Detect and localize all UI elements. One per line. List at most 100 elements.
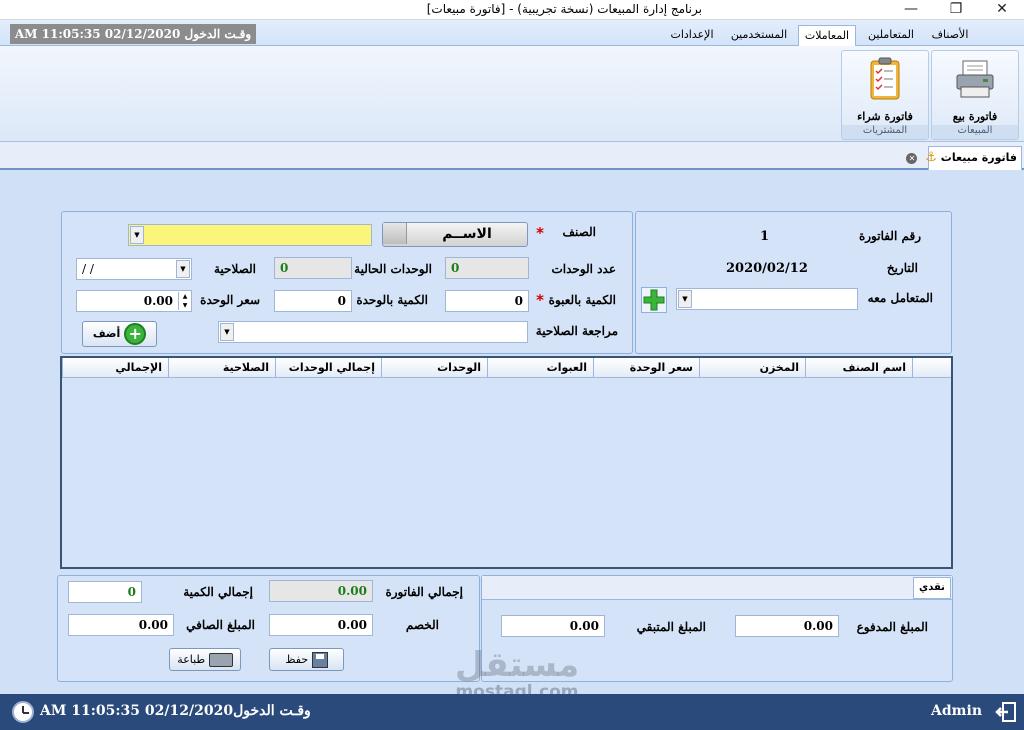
tab-cash[interactable]: نقدي <box>913 577 951 599</box>
doc-tab-label: فاتورة مبيعات <box>940 151 1017 164</box>
required-star-qty: * <box>536 291 544 309</box>
save-button[interactable]: حفظ <box>269 648 344 671</box>
clipboard-icon <box>870 57 900 100</box>
validity-label: الصلاحية <box>213 262 256 276</box>
grid-header: اسم الصنف المخزن سعر الوحدة العبوات الوح… <box>62 358 951 378</box>
add-client-button[interactable] <box>641 287 667 313</box>
tab-items[interactable]: الأصناف <box>924 25 976 46</box>
paid-amount-label: المبلغ المدفوع <box>856 620 928 634</box>
document-tab-bar: فاتورة مبيعات ⚓ ✕ <box>0 142 1024 170</box>
grid-col-validity[interactable]: الصلاحية <box>168 358 275 378</box>
payment-tab-strip: نقدي <box>482 576 952 600</box>
window-title: برنامج إدارة المبيعات (نسخة تجريبية) - [… <box>426 2 702 16</box>
qty-total-field: 0 <box>68 581 142 603</box>
unit-price-field[interactable]: 0.00 <box>76 290 192 312</box>
validity-review-dropdown-icon[interactable]: ▼ <box>220 323 234 341</box>
discount-field[interactable]: 0.00 <box>269 614 373 636</box>
ribbon-panel: فاتورة بيع المبيعات فاتورة شراء المشتريا… <box>0 46 1024 142</box>
ribbon-group-sales: فاتورة بيع المبيعات <box>931 50 1019 140</box>
ribbon-group-purchases-label: المشتريات <box>842 125 928 139</box>
qty-unit-label-text: الكمية بالوحدة <box>356 293 428 307</box>
item-dropdown-icon[interactable]: ▼ <box>130 226 144 244</box>
units-count-field: 0 <box>445 257 529 279</box>
totals-panel: إجمالي الفاتورة 0.00 إجمالي الكمية 0 الخ… <box>57 575 480 682</box>
login-time-badge: وقـت الدخول 02/12/2020 11:05:35 AM <box>10 24 256 44</box>
client-combobox[interactable] <box>676 288 858 310</box>
invoice-total-label: إجمالي الفاتورة <box>385 585 463 599</box>
qty-unit-field[interactable]: 0 <box>274 290 352 312</box>
status-bar: وقـت الدخول02/12/2020 11:05:35 AM Admin <box>0 694 1024 730</box>
purchase-invoice-label: فاتورة شراء <box>857 110 913 123</box>
item-combobox[interactable] <box>128 224 372 246</box>
unit-price-label: سعر الوحدة <box>200 293 260 307</box>
ribbon-tabs: وقـت الدخول 02/12/2020 11:05:35 AM الأصن… <box>0 20 1024 46</box>
tab-transactions[interactable]: المعاملات <box>798 25 856 46</box>
tab-users[interactable]: المستخدمين <box>725 25 793 46</box>
save-label: حفظ <box>285 653 309 666</box>
ribbon-group-purchases: فاتورة شراء المشتريات <box>841 50 929 140</box>
item-entry-panel: الصنف * الاســم ▼ عدد الوحدات 0 الوحدات … <box>61 211 633 354</box>
grid-col-total[interactable]: الإجمالي <box>62 358 168 378</box>
validity-dropdown-icon[interactable]: ▼ <box>176 260 190 278</box>
plus-icon <box>643 289 665 311</box>
minimize-button[interactable]: — <box>889 0 933 20</box>
validity-date-field[interactable]: / / <box>76 258 192 280</box>
document-tab-sales-invoice[interactable]: فاتورة مبيعات ⚓ ✕ <box>906 146 1022 170</box>
current-units-field: 0 <box>274 257 352 279</box>
qty-pack-field[interactable]: 0 <box>445 290 529 312</box>
maximize-button[interactable]: ❐ <box>934 0 978 20</box>
close-button[interactable]: ✕ <box>980 0 1024 20</box>
close-tab-icon[interactable]: ✕ <box>906 152 918 164</box>
grid-col-units[interactable]: الوحدات <box>381 358 487 378</box>
unit-price-spinner[interactable]: ▲ ▼ <box>178 292 191 310</box>
invoice-date-value: 2020/02/12 <box>726 261 808 276</box>
floppy-disk-icon <box>311 652 328 668</box>
grid-col-unit-price[interactable]: سعر الوحدة <box>593 358 699 378</box>
name-search-label: الاســم <box>442 226 492 242</box>
grid-col-item-name[interactable]: اسم الصنف <box>805 358 912 378</box>
remaining-amount-label: المبلغ المتبقي <box>636 620 706 634</box>
tab-settings[interactable]: الإعدادات <box>664 25 720 46</box>
purchase-invoice-button[interactable]: فاتورة شراء <box>844 53 926 123</box>
invoice-total-field: 0.00 <box>269 580 373 602</box>
sales-invoice-button[interactable]: فاتورة بيع <box>934 53 1016 123</box>
invoice-date-label: التاريخ <box>886 261 918 275</box>
net-amount-field: 0.00 <box>68 614 174 636</box>
clock-icon <box>12 701 34 723</box>
net-amount-label: المبلغ الصافي <box>186 618 255 632</box>
payment-panel: نقدي المبلغ المدفوع 0.00 المبلغ المتبقي … <box>481 575 953 682</box>
grid-row-selector-header[interactable] <box>912 358 951 378</box>
invoice-number-value: 1 <box>760 229 770 244</box>
current-units-label: الوحدات الحالية <box>354 262 432 276</box>
qty-pack-label: الكمية بالعبوة <box>548 293 616 307</box>
remaining-amount-field: 0.00 <box>501 615 605 637</box>
validity-review-combobox[interactable] <box>218 321 528 343</box>
grid-col-total-units[interactable]: إجمالي الوحدات <box>275 358 381 378</box>
invoice-items-grid[interactable]: اسم الصنف المخزن سعر الوحدة العبوات الوح… <box>60 356 953 569</box>
paid-amount-field[interactable]: 0.00 <box>735 615 839 637</box>
tab-clients[interactable]: المتعاملين <box>860 25 922 46</box>
required-star-item: * <box>536 224 544 242</box>
ribbon-group-sales-label: المبيعات <box>932 125 1018 139</box>
invoice-number-label: رقم الفاتورة <box>858 229 921 243</box>
discount-label: الخصم <box>405 618 439 632</box>
validity-review-label: مراجعة الصلاحية <box>535 324 618 338</box>
printer-icon <box>208 653 233 667</box>
pin-icon[interactable]: ⚓ <box>925 150 937 165</box>
name-search-button[interactable]: الاســم <box>382 222 528 247</box>
client-dropdown-icon[interactable]: ▼ <box>678 290 692 308</box>
grid-col-packs[interactable]: العبوات <box>487 358 593 378</box>
sales-invoice-label: فاتورة بيع <box>952 110 998 123</box>
grid-col-warehouse[interactable]: المخزن <box>699 358 805 378</box>
add-circle-icon: + <box>124 323 147 345</box>
print-button[interactable]: طباعة <box>169 648 241 671</box>
search-toggle-icon <box>383 223 407 244</box>
item-label: الصنف <box>562 225 596 239</box>
qty-total-label: إجمالي الكمية <box>183 585 253 599</box>
client-label: المتعامل معه <box>867 291 933 305</box>
add-item-button[interactable]: + أضف <box>82 321 157 347</box>
print-label: طباعة <box>177 653 206 666</box>
current-user: Admin <box>931 703 982 719</box>
logout-icon[interactable] <box>994 700 1018 724</box>
title-bar: برنامج إدارة المبيعات (نسخة تجريبية) - [… <box>0 0 1024 20</box>
